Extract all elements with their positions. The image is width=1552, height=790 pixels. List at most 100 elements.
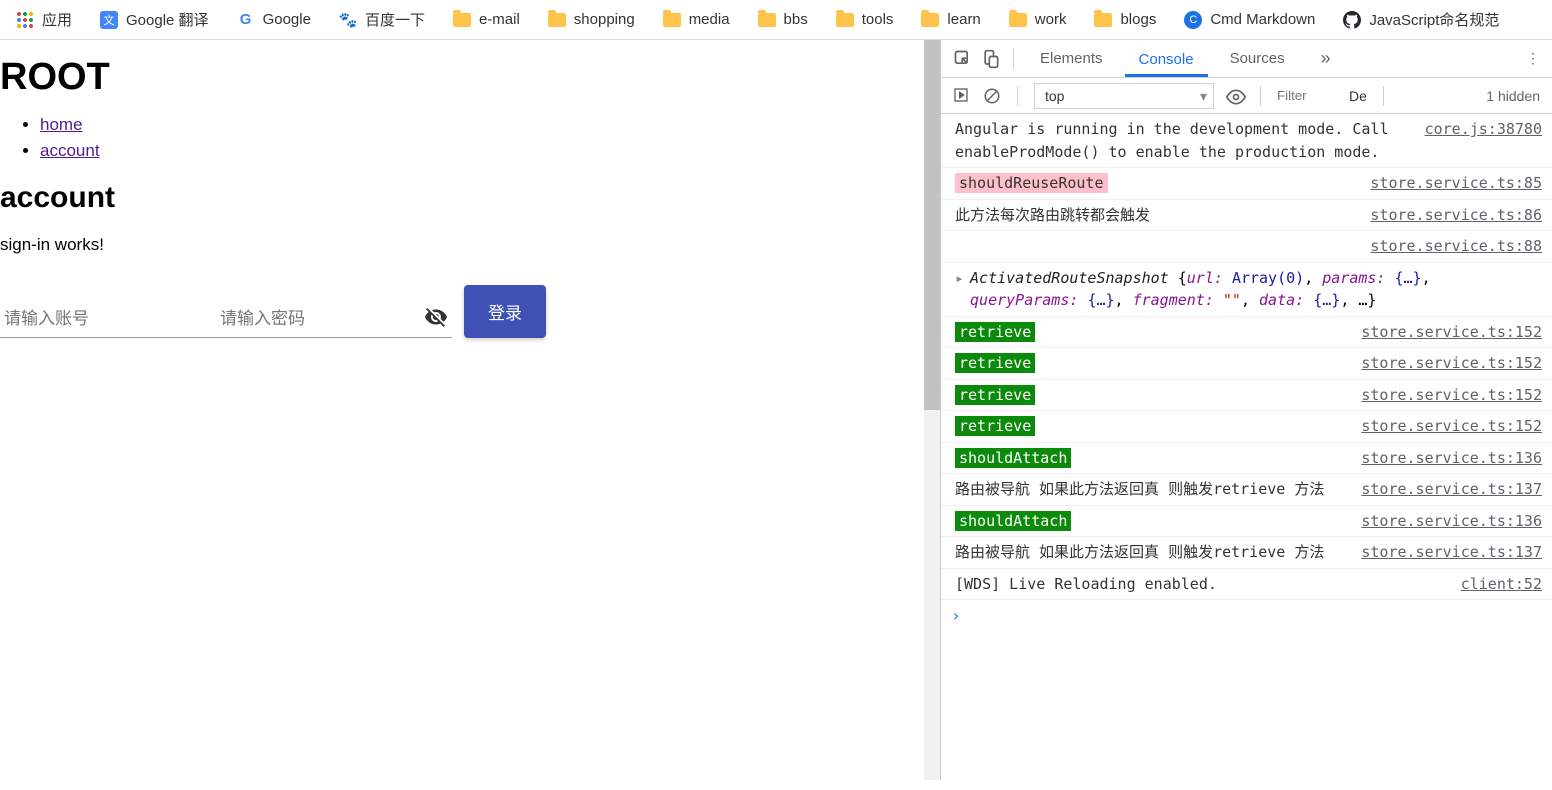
hidden-count[interactable]: 1 hidden xyxy=(1486,88,1540,104)
bookmarks-bar: 应用 文 Google 翻译 G Google 🐾 百度一下 e-mail sh… xyxy=(0,0,1552,40)
bookmark-label: e-mail xyxy=(479,11,520,28)
page-title: ROOT xyxy=(0,56,904,99)
tab-sources[interactable]: Sources xyxy=(1216,40,1299,77)
folder-icon xyxy=(921,13,939,27)
console-message: shouldReuseRoute xyxy=(955,172,1358,195)
console-message: retrieve xyxy=(955,415,1349,438)
play-icon[interactable] xyxy=(953,87,971,105)
console-message: retrieve xyxy=(955,321,1349,344)
console-source-link[interactable]: store.service.ts:137 xyxy=(1361,541,1542,564)
console-source-link[interactable]: store.service.ts:152 xyxy=(1361,384,1542,407)
console-row: shouldReuseRoute store.service.ts:85 xyxy=(941,168,1552,200)
bookmark-label: work xyxy=(1035,11,1067,28)
divider xyxy=(1383,86,1384,106)
console-prompt[interactable]: › xyxy=(941,600,1552,631)
tab-overflow-icon[interactable]: » xyxy=(1307,38,1345,79)
bookmark-blogs[interactable]: blogs xyxy=(1094,11,1156,28)
nav-list: home account xyxy=(40,115,904,161)
console-message: 此方法每次路由跳转都会触发 xyxy=(955,204,1358,227)
context-dropdown[interactable]: top xyxy=(1034,83,1214,109)
console-source-link[interactable]: store.service.ts:136 xyxy=(1361,510,1542,533)
console-row: 此方法每次路由跳转都会触发 store.service.ts:86 xyxy=(941,200,1552,232)
visibility-off-icon[interactable] xyxy=(424,305,448,332)
bookmark-tools[interactable]: tools xyxy=(836,11,894,28)
console-row: 路由被导航 如果此方法返回真 则触发retrieve 方法 store.serv… xyxy=(941,537,1552,569)
bookmark-cmd-markdown[interactable]: C Cmd Markdown xyxy=(1184,11,1315,29)
folder-icon xyxy=(548,13,566,27)
bookmark-label: JavaScript命名规范 xyxy=(1369,9,1499,30)
github-icon xyxy=(1343,11,1361,29)
console-row: shouldAttach store.service.ts:136 xyxy=(941,506,1552,538)
console-source-link[interactable]: store.service.ts:136 xyxy=(1361,447,1542,470)
bookmark-learn[interactable]: learn xyxy=(921,11,980,28)
expand-icon[interactable]: ▸ xyxy=(955,267,964,312)
folder-icon xyxy=(758,13,776,27)
apps-bookmark[interactable]: 应用 xyxy=(16,9,72,30)
console-message: Angular is running in the development mo… xyxy=(955,118,1413,163)
console-source-link[interactable]: core.js:38780 xyxy=(1425,118,1542,163)
console-source-link[interactable]: store.service.ts:152 xyxy=(1361,352,1542,375)
eye-icon[interactable] xyxy=(1226,87,1244,105)
folder-icon xyxy=(1009,13,1027,27)
bookmark-google[interactable]: G Google xyxy=(237,11,311,29)
console-message: shouldAttach xyxy=(955,510,1349,533)
bookmark-baidu[interactable]: 🐾 百度一下 xyxy=(339,9,425,30)
bookmark-javascript-naming[interactable]: JavaScript命名规范 xyxy=(1343,9,1499,30)
bookmark-media[interactable]: media xyxy=(663,11,730,28)
console-message[interactable]: ActivatedRouteSnapshot {url: Array(0), p… xyxy=(970,267,1542,312)
login-button[interactable]: 登录 xyxy=(464,285,546,338)
divider xyxy=(1260,86,1261,106)
console-source-link[interactable]: store.service.ts:85 xyxy=(1370,172,1542,195)
console-message: retrieve xyxy=(955,384,1349,407)
username-input[interactable] xyxy=(0,301,216,338)
bookmark-work[interactable]: work xyxy=(1009,11,1067,28)
console-row: store.service.ts:88 xyxy=(941,231,1552,263)
console-row: retrieve store.service.ts:152 xyxy=(941,348,1552,380)
nav-link-home[interactable]: home xyxy=(40,115,83,134)
console-message: shouldAttach xyxy=(955,447,1349,470)
filter-input[interactable] xyxy=(1277,88,1337,103)
console-row: retrieve store.service.ts:152 xyxy=(941,411,1552,443)
console-source-link[interactable]: store.service.ts:152 xyxy=(1361,321,1542,344)
console-row: 路由被导航 如果此方法返回真 则触发retrieve 方法 store.serv… xyxy=(941,474,1552,506)
bookmark-label: Google 翻译 xyxy=(126,9,209,30)
clear-console-icon[interactable] xyxy=(983,87,1001,105)
devtools-menu-icon[interactable]: ⋮ xyxy=(1526,50,1540,67)
bookmark-google-translate[interactable]: 文 Google 翻译 xyxy=(100,9,209,30)
login-form: 登录 xyxy=(0,285,904,338)
console-message: [WDS] Live Reloading enabled. xyxy=(955,573,1449,596)
scrollbar-thumb[interactable] xyxy=(924,40,940,410)
device-icon[interactable] xyxy=(981,49,1001,69)
console-source-link[interactable]: store.service.ts:86 xyxy=(1370,204,1542,227)
inspect-icon[interactable] xyxy=(953,49,973,69)
console-row: [WDS] Live Reloading enabled. client:52 xyxy=(941,569,1552,601)
password-input[interactable] xyxy=(216,301,452,338)
folder-icon xyxy=(453,13,471,27)
console-source-link[interactable]: store.service.ts:137 xyxy=(1361,478,1542,501)
console-source-link[interactable]: store.service.ts:152 xyxy=(1361,415,1542,438)
baidu-icon: 🐾 xyxy=(339,11,357,29)
bookmark-bbs[interactable]: bbs xyxy=(758,11,808,28)
bookmark-email[interactable]: e-mail xyxy=(453,11,520,28)
console-output: Angular is running in the development mo… xyxy=(941,114,1552,780)
nav-link-account[interactable]: account xyxy=(40,141,100,160)
console-message: 路由被导航 如果此方法返回真 则触发retrieve 方法 xyxy=(955,478,1349,501)
console-message: retrieve xyxy=(955,352,1349,375)
bookmark-shopping[interactable]: shopping xyxy=(548,11,635,28)
levels-label[interactable]: De xyxy=(1349,88,1367,104)
devtools-tabs: Elements Console Sources » ⋮ xyxy=(941,40,1552,78)
console-row: ▸ ActivatedRouteSnapshot {url: Array(0),… xyxy=(941,263,1552,317)
console-source-link[interactable]: client:52 xyxy=(1461,573,1542,596)
bookmark-label: bbs xyxy=(784,11,808,28)
context-value: top xyxy=(1045,88,1064,104)
tab-console[interactable]: Console xyxy=(1125,41,1208,77)
signin-text: sign-in works! xyxy=(0,235,904,255)
console-row: retrieve store.service.ts:152 xyxy=(941,317,1552,349)
bookmark-label: tools xyxy=(862,11,894,28)
bookmark-label: media xyxy=(689,11,730,28)
devtools-panel: Elements Console Sources » ⋮ top De xyxy=(940,40,1552,780)
scrollbar[interactable] xyxy=(924,40,940,780)
divider xyxy=(1013,49,1014,69)
tab-elements[interactable]: Elements xyxy=(1026,40,1117,77)
console-source-link[interactable]: store.service.ts:88 xyxy=(1370,235,1542,258)
